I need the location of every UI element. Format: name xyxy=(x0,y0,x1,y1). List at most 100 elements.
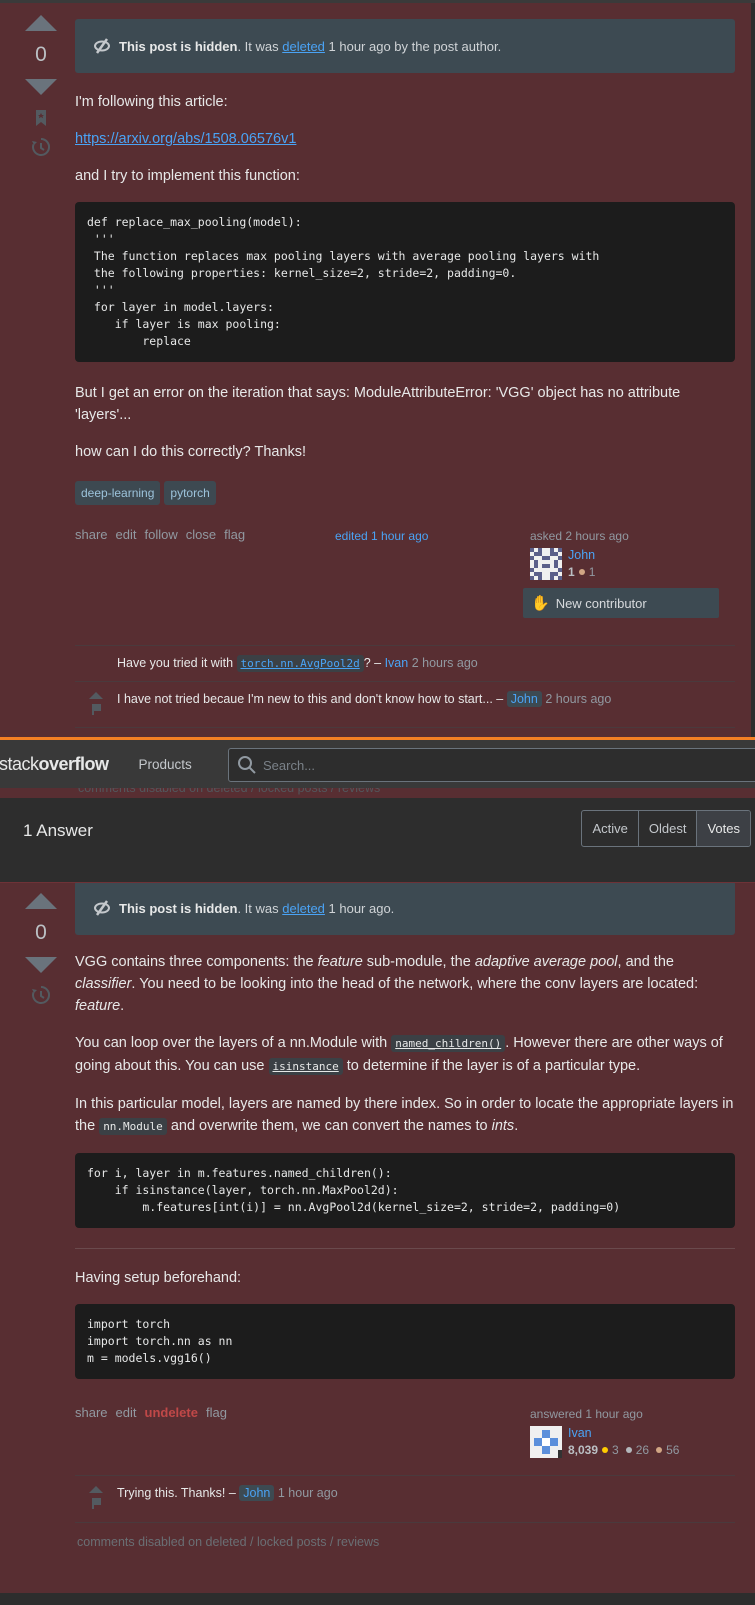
history-icon[interactable] xyxy=(31,985,51,1005)
user-name[interactable]: Ivan xyxy=(568,1426,679,1440)
comment: Have you tried it with torch.nn.AvgPool2… xyxy=(75,645,735,681)
comment-upvote-button[interactable] xyxy=(89,1486,103,1493)
comments-disabled-text: comments disabled on deleted / locked po… xyxy=(77,1535,380,1549)
silver-count: 26 xyxy=(635,1443,650,1457)
edit-link[interactable]: edit xyxy=(116,1405,137,1420)
owner-signature: asked 2 hours ago John 11 ✋ New contribu… xyxy=(523,529,719,618)
question-paragraph: I'm following this article: xyxy=(75,94,228,110)
comment-date[interactable]: 2 hours ago xyxy=(412,656,478,670)
sort-tab-votes[interactable]: Votes xyxy=(696,811,750,846)
edit-link[interactable]: edit xyxy=(116,527,137,542)
vote-count: 0 xyxy=(35,43,47,66)
hidden-post-notice: This post is hidden. It was deleted 1 ho… xyxy=(75,883,735,935)
question-post: 0 This post is hidden. It was deleted 1 … xyxy=(0,0,755,760)
reputation: 1 xyxy=(568,565,575,579)
comment-upvote-button[interactable] xyxy=(89,692,103,699)
comments-disabled-row: comments disabled on deleted / locked po… xyxy=(75,1522,735,1557)
answer-post: 0 This post is hidden. It was deleted 1 … xyxy=(0,882,755,1593)
answered-time: answered 1 hour ago xyxy=(530,1407,643,1421)
answers-header: 1 Answer Active Oldest Votes xyxy=(0,798,755,883)
answer-body: This post is hidden. It was deleted 1 ho… xyxy=(75,883,735,1469)
deleted-link[interactable]: deleted xyxy=(282,901,325,916)
comment-user[interactable]: John xyxy=(506,691,542,707)
upvote-button[interactable] xyxy=(25,15,57,31)
bronze-badge-icon xyxy=(578,569,585,575)
sort-tabs: Active Oldest Votes xyxy=(581,810,751,847)
hidden-post-notice: This post is hidden. It was deleted 1 ho… xyxy=(75,19,735,73)
owner-signature: answered 1 hour ago Ivan 8,039 3 26 56 xyxy=(530,1407,679,1458)
sort-tab-active[interactable]: Active xyxy=(582,811,637,846)
flag-link[interactable]: flag xyxy=(224,527,245,542)
search-icon xyxy=(238,756,256,774)
flag-icon[interactable] xyxy=(91,704,101,715)
user-avatar[interactable] xyxy=(530,1426,562,1458)
topbar: stackoverflow Products xyxy=(0,737,755,788)
user-name[interactable]: John xyxy=(568,548,595,562)
article-link[interactable]: https://arxiv.org/abs/1508.06576v1 xyxy=(75,131,296,147)
upvote-button[interactable] xyxy=(25,893,57,909)
sort-tab-oldest[interactable]: Oldest xyxy=(637,811,697,846)
vote-count: 0 xyxy=(35,921,47,944)
bookmark-icon[interactable] xyxy=(34,109,48,127)
divider xyxy=(75,1248,735,1249)
bronze-count: 1 xyxy=(588,565,596,579)
follow-link[interactable]: follow xyxy=(145,527,178,542)
post-menu: share edit undelete flag xyxy=(75,1405,227,1420)
bronze-count: 56 xyxy=(666,1443,680,1457)
tag-pytorch[interactable]: pytorch xyxy=(164,481,216,505)
question-paragraph: how can I do this correctly? Thanks! xyxy=(75,444,307,460)
comment-date[interactable]: 1 hour ago xyxy=(278,1486,338,1500)
answer-vote-cell: 0 xyxy=(20,893,62,1005)
comment-user[interactable]: Ivan xyxy=(385,656,409,670)
search-box[interactable] xyxy=(228,748,755,782)
answers-count: 1 Answer xyxy=(23,821,93,840)
answer-paragraph: In this particular model, layers are nam… xyxy=(75,1096,734,1135)
code-block: for i, layer in m.features.named_childre… xyxy=(75,1153,735,1228)
downvote-button[interactable] xyxy=(25,957,57,973)
post-menu: share edit follow close flag xyxy=(75,527,245,542)
question-vote-cell: 0 xyxy=(20,15,62,157)
notice-title: This post is hidden xyxy=(119,38,238,54)
notice-title: This post is hidden xyxy=(119,900,238,916)
gold-count: 3 xyxy=(612,1443,619,1457)
new-contributor-badge[interactable]: ✋ New contributor xyxy=(523,588,719,618)
flag-link[interactable]: flag xyxy=(206,1405,227,1420)
share-link[interactable]: share xyxy=(75,527,108,542)
downvote-button[interactable] xyxy=(25,79,57,95)
tag-deep-learning[interactable]: deep-learning xyxy=(75,481,161,505)
comment-date[interactable]: 2 hours ago xyxy=(545,692,611,706)
question-body: This post is hidden. It was deleted 1 ho… xyxy=(75,19,735,625)
comment: I have not tried becaue I'm new to this … xyxy=(75,681,735,727)
stackoverflow-logo[interactable]: stackoverflow xyxy=(0,754,109,775)
deleted-link[interactable]: deleted xyxy=(282,39,325,54)
answer-comments: Trying this. Thanks! – John 1 hour ago c… xyxy=(75,1475,735,1557)
wave-icon: ✋ xyxy=(531,595,550,612)
flag-icon[interactable] xyxy=(91,1498,101,1509)
question-paragraph: and I try to implement this function: xyxy=(75,168,300,184)
code-block: def replace_max_pooling(model): ''' The … xyxy=(75,202,735,362)
comment-code-link[interactable]: torch.nn.AvgPool2d xyxy=(236,655,364,672)
gold-badge-icon xyxy=(602,1447,609,1453)
answer-paragraph: Having setup beforehand: xyxy=(75,1270,242,1286)
search-input[interactable] xyxy=(263,757,663,773)
share-link[interactable]: share xyxy=(75,1405,108,1420)
undelete-link[interactable]: undelete xyxy=(145,1405,198,1420)
user-avatar[interactable] xyxy=(530,548,562,580)
tag-list: deep-learning pytorch xyxy=(75,481,735,505)
inline-code-link[interactable]: named_children() xyxy=(391,1035,506,1052)
inline-code-link[interactable]: isinstance xyxy=(268,1058,343,1075)
history-icon[interactable] xyxy=(31,137,51,157)
reputation: 8,039 xyxy=(568,1443,599,1457)
silver-badge-icon xyxy=(625,1447,632,1453)
asked-time: asked 2 hours ago xyxy=(530,529,629,543)
code-block: import torch import torch.nn as nn m = m… xyxy=(75,1304,735,1379)
comments-disabled-strip: comments disabled on deleted / locked po… xyxy=(0,788,755,798)
comment: Trying this. Thanks! – John 1 hour ago xyxy=(75,1475,735,1522)
inline-code: nn.Module xyxy=(99,1118,167,1135)
close-link[interactable]: close xyxy=(186,527,216,542)
eye-off-icon xyxy=(94,38,110,54)
answer-paragraph: VGG contains three components: the featu… xyxy=(75,954,699,1014)
products-menu[interactable]: Products xyxy=(139,757,192,772)
edited-link[interactable]: edited 1 hour ago xyxy=(335,529,428,543)
comment-user[interactable]: John xyxy=(239,1485,275,1501)
